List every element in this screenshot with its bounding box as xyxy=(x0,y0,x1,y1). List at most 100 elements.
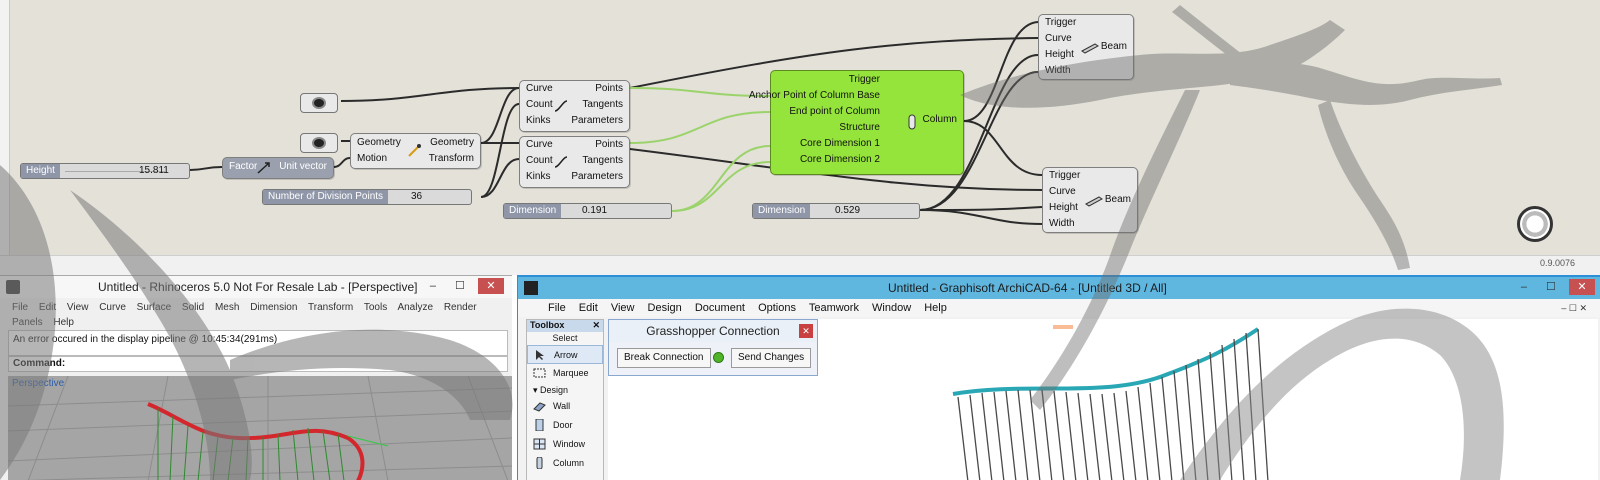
navigation-compass-icon[interactable] xyxy=(1517,206,1553,242)
dimension-slider-2-label: Dimension xyxy=(753,204,811,218)
rhino-menu-edit[interactable]: Edit xyxy=(39,302,56,313)
rhino-window-buttons: – ☐ ✕ xyxy=(418,278,504,294)
divide-top-input-curve: Curve xyxy=(526,83,553,94)
divide-bottom-output-tangents: Tangents xyxy=(582,155,623,166)
archicad-menu-view[interactable]: View xyxy=(611,302,635,314)
rhino-menu-tools[interactable]: Tools xyxy=(364,302,387,313)
division-slider-label: Number of Division Points xyxy=(263,190,389,204)
archicad-menu-teamwork[interactable]: Teamwork xyxy=(809,302,859,314)
rhino-menu-view[interactable]: View xyxy=(67,302,89,313)
archicad-titlebar[interactable]: Untitled - Graphisoft ArchiCAD-64 - [Unt… xyxy=(518,277,1600,299)
rhino-menu-surface[interactable]: Surface xyxy=(137,302,171,313)
rhino-app-icon xyxy=(6,280,20,294)
column-input-anchor: Anchor Point of Column Base xyxy=(748,90,880,101)
beam-top-input-height: Height xyxy=(1045,49,1074,60)
close-icon[interactable]: ✕ xyxy=(478,278,504,294)
tool-wall[interactable]: Wall xyxy=(527,397,603,416)
mdi-window-controls[interactable]: – ☐ ✕ xyxy=(1561,299,1587,317)
beam-bottom-input-trigger: Trigger xyxy=(1049,170,1081,181)
dimension-slider-1-value: 0.191 xyxy=(582,205,608,216)
tool-marquee[interactable]: Marquee xyxy=(527,364,603,383)
screen: Height 15.811 Factor Unit vector Geometr… xyxy=(0,0,1600,480)
divide-bottom-input-curve: Curve xyxy=(526,139,553,150)
curve-param-2[interactable] xyxy=(300,133,338,153)
divide-curve-node-top[interactable]: Curve Count Kinks Points Tangents Parame… xyxy=(519,80,630,132)
height-slider[interactable]: Height 15.811 xyxy=(20,163,190,179)
rhino-menu-dimension[interactable]: Dimension xyxy=(250,302,297,313)
rhino-menu-panels[interactable]: Panels xyxy=(12,317,43,328)
close-icon[interactable]: ✕ xyxy=(799,324,813,338)
column-input-endpoint: End point of Column xyxy=(789,106,880,117)
tool-window[interactable]: Window xyxy=(527,435,603,454)
tool-arrow[interactable]: Arrow xyxy=(527,345,603,364)
toolbox-group-design[interactable]: ▾ Design xyxy=(527,383,603,397)
tool-door[interactable]: Door xyxy=(527,416,603,435)
height-slider-value: 15.811 xyxy=(139,165,169,176)
unit-vector-output: Unit vector xyxy=(279,161,327,172)
beam-icon xyxy=(1081,43,1099,54)
toolbox-title: Toolbox xyxy=(530,320,565,330)
division-slider[interactable]: Number of Division Points 36 xyxy=(262,189,472,205)
rhino-menu-help[interactable]: Help xyxy=(53,317,74,328)
dimension-slider-2[interactable]: Dimension 0.529 xyxy=(752,203,920,219)
canvas-status-strip xyxy=(0,255,1600,275)
archicad-column-node[interactable]: Trigger Anchor Point of Column Base End … xyxy=(749,70,964,175)
minimize-icon[interactable]: – xyxy=(424,278,442,294)
archicad-menu-document[interactable]: Document xyxy=(695,302,745,314)
division-slider-value: 36 xyxy=(411,191,423,202)
break-connection-button[interactable]: Break Connection xyxy=(617,348,711,368)
rhino-perspective-viewport[interactable]: Perspective xyxy=(8,376,512,480)
maximize-icon[interactable]: ☐ xyxy=(451,278,469,294)
door-icon xyxy=(535,419,544,431)
rhino-menu-solid[interactable]: Solid xyxy=(182,302,204,313)
beam-top-output: Beam xyxy=(1100,41,1127,52)
rhino-menu-analyze[interactable]: Analyze xyxy=(397,302,433,313)
divide-curve-node-bottom[interactable]: Curve Count Kinks Points Tangents Parame… xyxy=(519,136,630,188)
beam-bottom-input-height: Height xyxy=(1049,202,1078,213)
maximize-icon[interactable]: ☐ xyxy=(1542,279,1560,295)
dimension-slider-1[interactable]: Dimension 0.191 xyxy=(503,203,672,219)
toolbox-palette[interactable]: Toolbox ✕ Select Arrow Marquee ▾ Design … xyxy=(526,319,604,480)
close-icon[interactable]: ✕ xyxy=(592,320,600,331)
rhino-menu-mesh[interactable]: Mesh xyxy=(215,302,239,313)
archicad-beam-node-top[interactable]: Trigger Curve Height Width Beam xyxy=(1038,14,1134,80)
rhino-menu-file[interactable]: File xyxy=(12,302,28,313)
tool-wall-label: Wall xyxy=(553,401,571,411)
divide-curve-icon xyxy=(554,156,568,168)
archicad-window[interactable]: Untitled - Graphisoft ArchiCAD-64 - [Unt… xyxy=(517,275,1600,480)
toolbox-header: Toolbox ✕ xyxy=(527,320,603,332)
rhino-titlebar[interactable]: Untitled - Rhinoceros 5.0 Not For Resale… xyxy=(0,276,512,298)
grasshopper-connection-palette[interactable]: Grasshopper Connection ✕ Break Connectio… xyxy=(608,319,818,376)
rhino-menu-curve[interactable]: Curve xyxy=(99,302,126,313)
curve-param-1[interactable] xyxy=(300,93,338,113)
archicad-menu-file[interactable]: File xyxy=(548,302,566,314)
archicad-menu-help[interactable]: Help xyxy=(924,302,947,314)
command-prompt[interactable]: Command: xyxy=(8,356,508,372)
dimension-slider-1-label: Dimension xyxy=(504,204,562,218)
move-node[interactable]: Geometry Motion Geometry Transform xyxy=(350,133,481,169)
minimize-icon[interactable]: – xyxy=(1515,279,1533,295)
move-input-geometry: Geometry xyxy=(357,137,401,148)
viewport-label[interactable]: Perspective xyxy=(12,378,64,389)
tool-column-label: Column xyxy=(553,458,585,468)
rhino-menu-render[interactable]: Render xyxy=(444,302,477,313)
beam-top-input-width: Width xyxy=(1045,65,1071,76)
tool-marquee-label: Marquee xyxy=(553,368,589,378)
divide-curve-icon xyxy=(554,100,568,112)
archicad-menu-edit[interactable]: Edit xyxy=(579,302,598,314)
grasshopper-canvas[interactable]: Height 15.811 Factor Unit vector Geometr… xyxy=(0,0,1600,275)
rhino-menu-transform[interactable]: Transform xyxy=(308,302,353,313)
archicad-beam-node-bottom[interactable]: Trigger Curve Height Width Beam xyxy=(1042,167,1138,233)
archicad-menubar: File Edit View Design Document Options T… xyxy=(518,299,1600,317)
send-changes-button[interactable]: Send Changes xyxy=(731,348,812,368)
divide-bottom-input-kinks: Kinks xyxy=(526,171,551,182)
close-icon[interactable]: ✕ xyxy=(1569,279,1595,295)
tool-column[interactable]: Column xyxy=(527,454,603,473)
unit-vector-node[interactable]: Factor Unit vector xyxy=(222,157,334,179)
beam-bottom-input-width: Width xyxy=(1049,218,1075,229)
rhino-window[interactable]: Untitled - Rhinoceros 5.0 Not For Resale… xyxy=(0,275,512,480)
archicad-menu-design[interactable]: Design xyxy=(648,302,682,314)
zoom-label: 0.9.0076 xyxy=(1540,258,1576,268)
archicad-menu-options[interactable]: Options xyxy=(758,302,796,314)
archicad-menu-window[interactable]: Window xyxy=(872,302,911,314)
